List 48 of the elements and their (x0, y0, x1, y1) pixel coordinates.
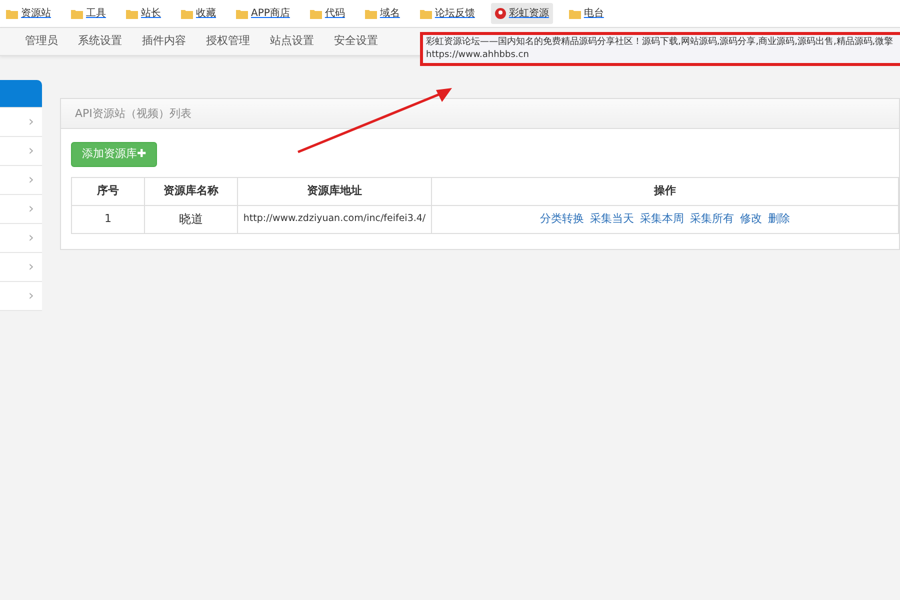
action-link[interactable]: 采集当天 (590, 212, 634, 225)
nav-link[interactable]: 管理员 (25, 33, 58, 50)
folder-icon (310, 8, 322, 18)
bookmark-link[interactable]: APP商店 (251, 6, 290, 21)
bookmark-link[interactable]: 站长 (141, 6, 161, 21)
bookmark-link[interactable]: 域名 (380, 6, 400, 21)
tooltip: 彩虹资源论坛——国内知名的免费精品源码分享社区！源码下载,网站源码,源码分享,商业源码,源码出售,精品源码,微擎 https://www.ahhbbs.cn (420, 32, 900, 66)
column-header: 资源库名称 (144, 177, 238, 205)
folder-icon (181, 8, 193, 18)
action-link[interactable]: 采集所有 (690, 212, 734, 225)
bookmark-link[interactable]: 收藏 (196, 6, 216, 21)
column-header: 操作 (432, 177, 898, 205)
folder-icon (6, 8, 18, 18)
table-cell: 1 (72, 205, 144, 233)
action-link[interactable]: 删除 (768, 212, 790, 225)
column-header: 资源库地址 (238, 177, 432, 205)
action-link[interactable]: 采集本周 (640, 212, 684, 225)
folder-icon (364, 8, 377, 18)
chevron-icon: › (28, 256, 34, 278)
nav-link[interactable]: 授权管理 (206, 33, 250, 50)
panel-title: API资源站（视频）列表 (61, 99, 899, 129)
chevron-icon: › (28, 198, 34, 220)
chevron-icon: › (28, 112, 34, 132)
column-header: 序号 (72, 177, 144, 205)
action-link[interactable]: 分类转换 (540, 212, 584, 225)
folder-icon (236, 8, 248, 18)
action-link[interactable]: 修改 (740, 212, 762, 225)
bookmark-link[interactable]: 代码 (324, 6, 345, 21)
folder-icon (126, 8, 138, 18)
nav-link[interactable]: 站点设置 (270, 33, 314, 50)
site-icon (494, 8, 506, 19)
folder-icon (568, 8, 581, 18)
sidebar-item[interactable] (0, 80, 42, 108)
nav-link[interactable]: 系统设置 (78, 33, 122, 50)
bookmark-link[interactable]: 论坛反馈 (434, 6, 475, 21)
chevron-icon: › (28, 170, 34, 190)
chevron-icon: › (28, 286, 34, 306)
bookmark-link[interactable]: 资源站 (21, 6, 51, 21)
nav-link[interactable]: 安全设置 (334, 33, 378, 50)
bookmark-link[interactable]: 工具 (86, 6, 106, 21)
table-cell: 晓道 (144, 205, 238, 233)
folder-icon (71, 8, 83, 18)
bookmark-link[interactable]: 电台 (584, 6, 604, 21)
chevron-icon: › (28, 228, 34, 248)
chevron-icon: › (28, 140, 34, 162)
nav-link[interactable]: 插件内容 (142, 33, 186, 50)
folder-icon (420, 8, 432, 18)
table-cell: http://www.zdziyuan.com/inc/feifei3.4/ (238, 205, 432, 233)
